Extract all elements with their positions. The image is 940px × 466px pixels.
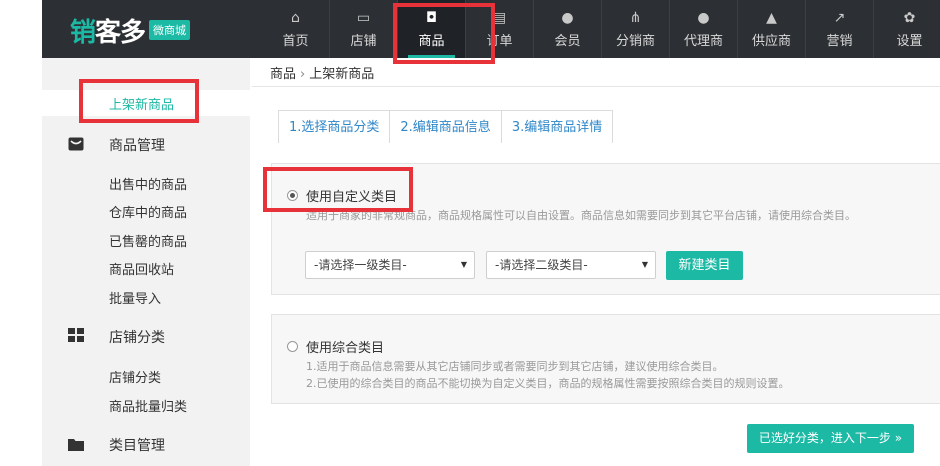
nav-members[interactable]: ● 会员 bbox=[534, 0, 602, 58]
general-category-panel: 使用综合类目 1.适用于商品信息需要从其它店铺同步或者需要同步到其它店铺，建议使… bbox=[271, 314, 940, 404]
custom-category-title[interactable]: 使用自定义类目 bbox=[306, 186, 397, 205]
custom-category-radio[interactable] bbox=[287, 190, 298, 201]
nav-orders[interactable]: ▤ 订单 bbox=[466, 0, 534, 58]
breadcrumb-root[interactable]: 商品 bbox=[270, 67, 296, 82]
secondary-category-select[interactable]: -请选择二级类目- ▼ bbox=[486, 251, 656, 279]
sidebar-section-store-category[interactable]: 店铺分类 bbox=[109, 327, 165, 347]
distributor-icon: ⋔ bbox=[629, 9, 642, 26]
nav-home[interactable]: ⌂ 首页 bbox=[262, 0, 330, 58]
next-step-button[interactable]: 已选好分类，进入下一步 » bbox=[747, 424, 914, 453]
sidebar-item-on-sale[interactable]: 出售中的商品 bbox=[109, 174, 187, 193]
top-navigation-bar: 销客多 微商城 ⌂ 首页 ▭ 店铺 ◘ 商品 ▤ 订单 ● 会员 ⋔ 分销商 ● 代理商 ▲ 供… bbox=[0, 0, 940, 58]
supplier-icon: ▲ bbox=[766, 9, 777, 26]
sidebar-item-add-goods[interactable]: 上架新商品 bbox=[42, 90, 250, 116]
nav-agents[interactable]: ● 代理商 bbox=[670, 0, 738, 58]
sidebar-section-category-mgmt[interactable]: 类目管理 bbox=[109, 435, 165, 455]
sidebar-item-in-warehouse[interactable]: 仓库中的商品 bbox=[109, 202, 187, 221]
member-icon: ● bbox=[561, 9, 574, 26]
sidebar-section-goods-mgmt[interactable]: 商品管理 bbox=[109, 135, 165, 155]
nav-settings[interactable]: ✿ 设置 bbox=[874, 0, 940, 58]
shopping-bag-icon: ◘ bbox=[425, 9, 438, 26]
general-category-title[interactable]: 使用综合类目 bbox=[306, 337, 384, 356]
sidebar-item-recycle-bin[interactable]: 商品回收站 bbox=[109, 259, 174, 278]
sidebar-item-batch-classify[interactable]: 商品批量归类 bbox=[109, 396, 187, 415]
main-nav: ⌂ 首页 ▭ 店铺 ◘ 商品 ▤ 订单 ● 会员 ⋔ 分销商 ● 代理商 ▲ 供应商 ↗ 营销 ✿… bbox=[262, 0, 940, 58]
agent-icon: ● bbox=[697, 9, 710, 26]
nav-store[interactable]: ▭ 店铺 bbox=[330, 0, 398, 58]
sidebar-item-label: 上架新商品 bbox=[109, 98, 175, 113]
custom-category-panel: 使用自定义类目 适用于商家的非常规商品，商品规格属性可以自由设置。商品信息如需要… bbox=[271, 163, 940, 295]
settings-icon: ✿ bbox=[903, 9, 916, 26]
nav-marketing[interactable]: ↗ 营销 bbox=[806, 0, 874, 58]
new-category-button[interactable]: 新建类目 bbox=[666, 251, 743, 280]
breadcrumb-current: 上架新商品 bbox=[309, 67, 375, 82]
header-divider bbox=[252, 86, 940, 87]
breadcrumb-separator: › bbox=[300, 67, 306, 82]
sidebar-item-batch-import[interactable]: 批量导入 bbox=[109, 288, 161, 307]
dropdown-arrow-icon: ▼ bbox=[641, 260, 648, 269]
breadcrumb: 商品 › 上架新商品 bbox=[270, 63, 374, 82]
logo-badge: 微商城 bbox=[149, 20, 191, 40]
custom-category-desc: 适用于商家的非常规商品，商品规格属性可以自由设置。商品信息如需要同步到其它平台店… bbox=[306, 209, 856, 222]
tab-edit-info[interactable]: 2.编辑商品信息 bbox=[390, 111, 502, 143]
nav-goods[interactable]: ◘ 商品 bbox=[398, 0, 466, 58]
nav-suppliers[interactable]: ▲ 供应商 bbox=[738, 0, 806, 58]
topbar-left-margin bbox=[0, 0, 42, 58]
general-category-desc-2: 2.已使用的综合类目的商品不能切换为自定义类目，商品的规格属性需要按照综合类目的… bbox=[306, 377, 790, 390]
primary-category-select[interactable]: -请选择一级类目- ▼ bbox=[305, 251, 475, 279]
general-category-radio[interactable] bbox=[287, 341, 298, 352]
home-icon: ⌂ bbox=[291, 9, 300, 26]
general-category-desc-1: 1.适用于商品信息需要从其它店铺同步或者需要同步到其它店铺，建议使用综合类目。 bbox=[306, 360, 724, 373]
nav-distributors[interactable]: ⋔ 分销商 bbox=[602, 0, 670, 58]
inbox-icon bbox=[68, 137, 84, 151]
sidebar-item-sold-out[interactable]: 已售罄的商品 bbox=[109, 231, 187, 250]
active-indicator-notch bbox=[240, 92, 250, 114]
sidebar: 上架新商品 商品管理 出售中的商品 仓库中的商品 已售罄的商品 商品回收站 批量… bbox=[42, 58, 250, 466]
dropdown-arrow-icon: ▼ bbox=[460, 260, 467, 269]
grid-icon bbox=[68, 328, 84, 342]
marketing-icon: ↗ bbox=[833, 9, 846, 26]
tab-edit-details[interactable]: 3.编辑商品详情 bbox=[502, 111, 612, 143]
tab-select-category[interactable]: 1.选择商品分类 bbox=[279, 111, 391, 143]
sidebar-item-store-category[interactable]: 店铺分类 bbox=[109, 367, 161, 386]
logo[interactable]: 销客多 微商城 bbox=[70, 10, 191, 50]
logo-wordmark: 销客多 bbox=[70, 17, 146, 48]
order-icon: ▤ bbox=[492, 9, 507, 26]
step-tabs: 1.选择商品分类 2.编辑商品信息 3.编辑商品详情 bbox=[278, 110, 614, 143]
store-icon: ▭ bbox=[356, 9, 371, 26]
folder-icon bbox=[68, 439, 84, 451]
